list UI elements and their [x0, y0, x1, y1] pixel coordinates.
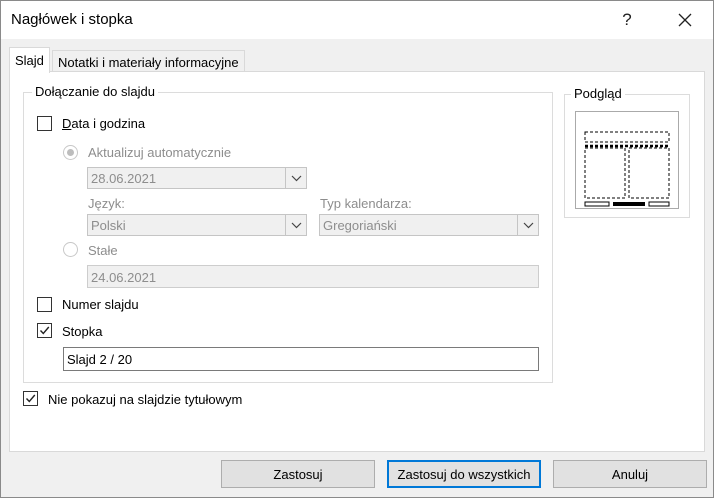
help-icon: ? — [622, 10, 632, 29]
language-label: Język: — [88, 196, 125, 211]
language-value: Polski — [91, 218, 126, 233]
auto-date-dropdown[interactable]: 28.06.2021 — [87, 167, 307, 189]
calendar-type-dropdown[interactable]: Gregoriański — [319, 214, 539, 236]
chevron-down-icon — [517, 215, 538, 235]
footer-text-value: Slajd 2 / 20 — [67, 352, 133, 367]
chevron-down-icon — [285, 168, 306, 188]
fixed-label: Stałe — [88, 243, 118, 258]
close-icon — [678, 13, 692, 27]
fixed-date-field[interactable]: 24.06.2021 — [87, 265, 539, 288]
tab-notes-label: Notatki i materiały informacyjne — [58, 54, 239, 70]
checkmark-icon — [39, 326, 50, 335]
footer-label: Stopka — [62, 324, 103, 339]
group-legend: Dołączanie do slajdu — [32, 84, 158, 99]
header-footer-dialog: Nagłówek i stopka ? Slajd Notatki i mate… — [0, 0, 714, 498]
tab-notes-handouts[interactable]: Notatki i materiały informacyjne — [52, 50, 245, 73]
include-on-slide-group: Dołączanie do slajdu — [23, 84, 553, 383]
cancel-button[interactable]: Anuluj — [553, 460, 707, 488]
apply-button[interactable]: Zastosuj — [221, 460, 375, 488]
update-automatically-radio[interactable] — [63, 145, 78, 160]
footer-text-input[interactable]: Slajd 2 / 20 — [63, 347, 539, 371]
slide-number-label: Numer slajdu — [62, 297, 139, 312]
close-button[interactable] — [665, 5, 705, 35]
slide-preview — [575, 111, 679, 209]
apply-to-all-button-label: Zastosuj do wszystkich — [397, 466, 531, 482]
fixed-date-value: 24.06.2021 — [91, 270, 157, 285]
language-dropdown[interactable]: Polski — [87, 214, 307, 236]
calendar-type-label: Typ kalendarza: — [320, 196, 412, 211]
dont-show-on-title-checkbox[interactable] — [23, 391, 38, 406]
footer-checkbox[interactable] — [37, 323, 52, 338]
title-bar: Nagłówek i stopka ? — [1, 1, 713, 39]
apply-button-label: Zastosuj — [273, 466, 323, 482]
slide-number-checkbox[interactable] — [37, 297, 52, 312]
tab-slide[interactable]: Slajd — [9, 47, 50, 73]
help-button[interactable]: ? — [607, 5, 647, 35]
preview-legend: Podgląd — [571, 86, 625, 101]
date-time-checkbox[interactable] — [37, 116, 52, 131]
date-time-label: Data i godzina — [62, 116, 146, 131]
cancel-button-label: Anuluj — [611, 466, 649, 482]
chevron-down-icon — [285, 215, 306, 235]
radio-selected-dot — [67, 149, 74, 156]
fixed-radio[interactable] — [63, 242, 78, 257]
update-automatically-label: Aktualizuj automatycznie — [88, 145, 232, 160]
calendar-type-value: Gregoriański — [323, 218, 397, 233]
apply-to-all-button[interactable]: Zastosuj do wszystkich — [387, 460, 541, 488]
checkmark-icon — [25, 394, 36, 403]
tab-slide-label: Slajd — [15, 53, 44, 68]
dont-show-on-title-label: Nie pokazuj na slajdzie tytułowym — [48, 392, 243, 407]
preview-layout-graphic — [584, 131, 670, 207]
auto-date-value: 28.06.2021 — [91, 171, 157, 186]
dialog-title: Nagłówek i stopka — [11, 11, 133, 28]
